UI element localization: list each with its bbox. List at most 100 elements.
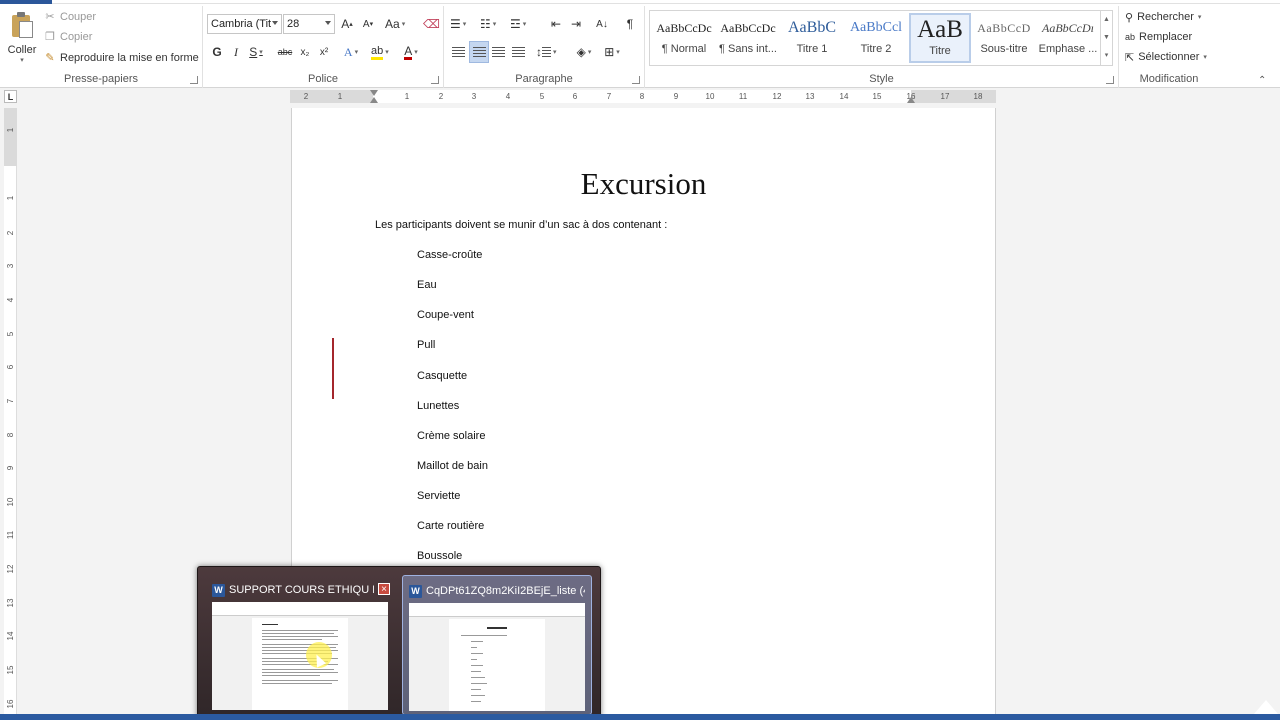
chevron-down-icon: ▾ <box>587 49 592 56</box>
bullets-button[interactable]: ☰ ▾ <box>450 14 466 34</box>
document-title[interactable]: Excursion <box>292 166 995 202</box>
styles-group-label: Style <box>869 73 894 85</box>
shrink-font-button[interactable]: A ▾ <box>360 14 376 34</box>
ruler-tick-label: 7 <box>6 398 15 404</box>
list-item[interactable]: Serviette <box>417 490 460 502</box>
chevron-down-icon: ▾ <box>385 49 389 56</box>
scissors-icon: ✂ <box>45 11 55 23</box>
list-item[interactable]: Casquette <box>417 370 467 382</box>
caret-down-icon: ▾ <box>369 21 374 28</box>
style-sample: AaBbCcDı <box>1042 21 1094 35</box>
font-family-combo[interactable]: Cambria (Tit <box>207 14 282 34</box>
ruler-tick-label: 1 <box>337 92 343 101</box>
list-item[interactable]: Carte routière <box>417 520 484 532</box>
format-painter-button[interactable]: ✎ Reproduire la mise en forme <box>44 49 199 67</box>
binoculars-icon: ⚲ <box>1125 11 1134 24</box>
window-thumbnail-2[interactable]: W CqDPt61ZQ8m2KiI2BEjE_liste (4)... <box>402 575 592 715</box>
copy-button[interactable]: ❐ Copier <box>44 28 92 46</box>
collapse-ribbon-icon[interactable]: ⌃ <box>1258 75 1268 86</box>
grow-font-button[interactable]: A ▴ <box>339 14 355 34</box>
paste-icon <box>10 12 34 40</box>
replace-button[interactable]: ab Remplacer <box>1125 28 1192 46</box>
change-case-button[interactable]: Aa ▾ <box>385 14 405 34</box>
list-item[interactable]: Eau <box>417 279 437 291</box>
ruler-tick-label: 12 <box>6 564 15 574</box>
paragraph-launcher-icon[interactable] <box>632 76 640 84</box>
list-item[interactable]: Coupe-vent <box>417 309 474 321</box>
chevron-down-icon: ▾ <box>401 21 406 28</box>
ruler-tick-label: 14 <box>839 92 849 101</box>
style-normal[interactable]: AaBbCcDc ¶ Normal <box>653 13 715 63</box>
style-title[interactable]: AaB Titre <box>909 13 971 63</box>
strikethrough-button[interactable]: abc <box>277 42 293 62</box>
chevron-down-icon: ▾ <box>414 49 418 56</box>
justify-button[interactable] <box>510 42 526 62</box>
list-item[interactable]: Boussole <box>417 550 462 562</box>
format-painter-label: Reproduire la mise en forme <box>60 52 199 64</box>
align-left-icon <box>451 47 465 57</box>
style-sample: AaBbCcDc <box>656 21 712 35</box>
scroll-down-icon[interactable]: ▼ <box>1101 29 1112 47</box>
align-right-button[interactable] <box>490 42 506 62</box>
paste-dropdown-icon[interactable]: ▾ <box>4 56 40 64</box>
highlight-button[interactable]: ab ▾ <box>371 42 389 62</box>
show-marks-button[interactable]: ¶ <box>622 14 638 34</box>
style-heading-2[interactable]: AaBbCcl Titre 2 <box>845 13 907 63</box>
style-no-spacing[interactable]: AaBbCcDc ¶ Sans int... <box>717 13 779 63</box>
tab-selector[interactable]: L <box>4 90 17 103</box>
align-left-button[interactable] <box>450 42 466 62</box>
style-name: Titre <box>929 45 951 57</box>
list-item[interactable]: Casse-croûte <box>417 249 482 261</box>
chevron-down-icon: ▾ <box>1197 14 1202 21</box>
style-heading-1[interactable]: AaBbC Titre 1 <box>781 13 843 63</box>
change-case-icon: Aa <box>385 17 400 31</box>
active-tab-indicator <box>0 0 52 4</box>
numbering-button[interactable]: ☷ ▾ <box>480 14 496 34</box>
list-item[interactable]: Maillot de bain <box>417 460 488 472</box>
borders-button[interactable]: ⊞ ▾ <box>604 42 620 62</box>
increase-indent-button[interactable]: ⇥ <box>568 14 584 34</box>
clear-formatting-button[interactable]: ⌫ <box>423 14 440 34</box>
italic-button[interactable]: I <box>228 42 244 62</box>
select-button[interactable]: ⇱ Sélectionner ▾ <box>1125 48 1207 66</box>
cut-button[interactable]: ✂ Couper <box>44 8 96 26</box>
document-intro[interactable]: Les participants doivent se munir d’un s… <box>375 219 667 231</box>
subscript-button[interactable]: x₂ <box>297 42 313 62</box>
multilevel-list-button[interactable]: ☲ ▾ <box>510 14 526 34</box>
decrease-indent-icon: ⇤ <box>550 17 562 31</box>
styles-launcher-icon[interactable] <box>1106 76 1114 84</box>
vertical-ruler[interactable]: 1 1 2 3 4 5 6 7 8 9 10 11 12 13 14 15 16 <box>4 108 17 720</box>
left-indent-marker[interactable] <box>370 97 378 103</box>
sort-button[interactable]: A↓ <box>594 14 610 34</box>
more-styles-icon[interactable]: ▾ <box>1101 47 1112 65</box>
text-effects-button[interactable]: A ▾ <box>343 42 359 62</box>
window-thumbnail-1[interactable]: W SUPPORT COURS ETHIQU E... × <box>206 575 396 715</box>
ruler-tick-label: 6 <box>572 92 578 101</box>
clipboard-launcher-icon[interactable] <box>190 76 198 84</box>
shading-button[interactable]: ◈ ▾ <box>576 42 592 62</box>
font-color-button[interactable]: A ▾ <box>403 42 419 62</box>
font-size-combo[interactable]: 28 <box>283 14 335 34</box>
decrease-indent-button[interactable]: ⇤ <box>548 14 564 34</box>
scroll-up-icon[interactable]: ▲ <box>1101 11 1112 29</box>
find-button[interactable]: ⚲ Rechercher ▾ <box>1125 8 1201 26</box>
ruler-tick-label: 9 <box>673 92 679 101</box>
superscript-button[interactable]: x² <box>316 42 332 62</box>
list-item[interactable]: Crème solaire <box>417 430 485 442</box>
style-subtitle[interactable]: AaBbCcD Sous-titre <box>973 13 1035 63</box>
close-icon[interactable]: × <box>378 583 390 595</box>
list-item[interactable]: Lunettes <box>417 400 459 412</box>
underline-button[interactable]: S ▾ <box>248 42 264 62</box>
line-spacing-button[interactable]: ↕ ▾ <box>536 42 557 62</box>
horizontal-ruler[interactable]: 2 1 1 2 3 4 5 6 7 8 9 10 11 12 13 14 15 16 17 18 <box>290 90 996 103</box>
bold-button[interactable]: G <box>209 42 225 62</box>
font-launcher-icon[interactable] <box>431 76 439 84</box>
style-emphasis[interactable]: AaBbCcDı Emphase ... <box>1037 13 1099 63</box>
first-line-indent-marker[interactable] <box>370 90 378 96</box>
caret-up-icon: ▴ <box>349 21 353 28</box>
paste-button[interactable]: Coller ▾ <box>4 10 40 70</box>
ruler-tick-label: 3 <box>6 263 15 269</box>
align-center-button[interactable] <box>469 41 489 63</box>
list-item[interactable]: Pull <box>417 339 435 351</box>
right-indent-marker[interactable] <box>907 97 915 103</box>
